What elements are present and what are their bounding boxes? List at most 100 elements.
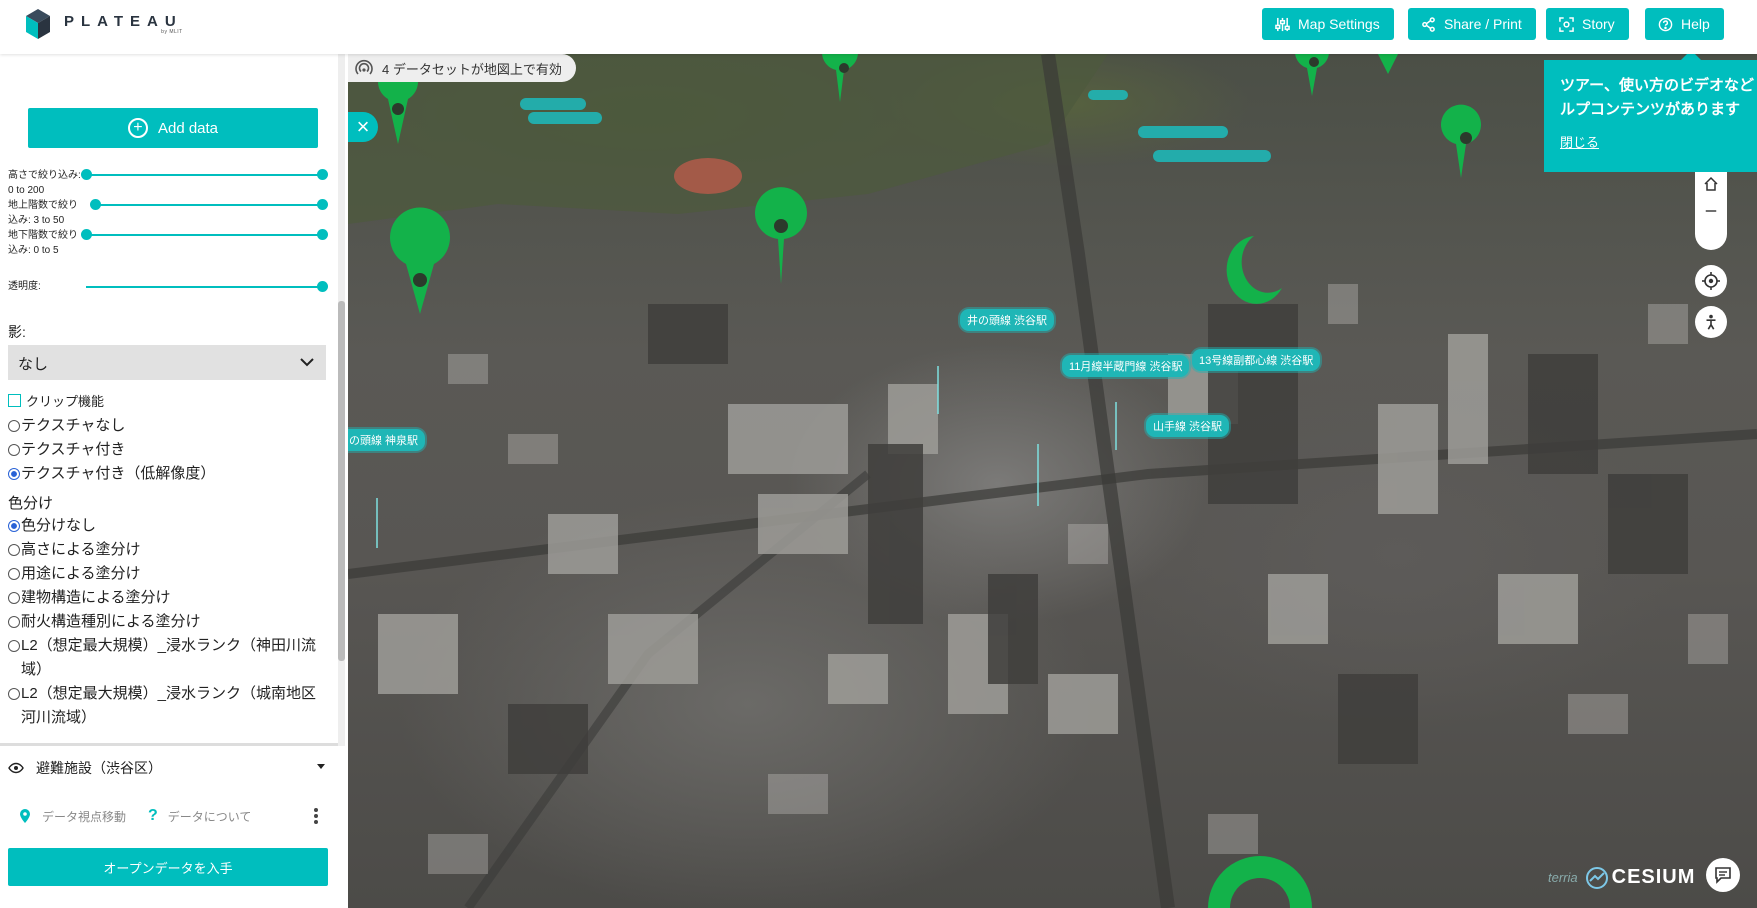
station-label[interactable]: 井の頭線 渋谷駅 [960,309,1055,331]
texture-option[interactable]: テクスチャなし [8,414,125,438]
color-option[interactable]: 色分けなし [8,514,96,538]
zoom-to-data-link[interactable]: データ視点移動 [20,808,126,825]
radio-button[interactable] [8,420,20,432]
radio-button[interactable] [8,544,20,556]
terria-logo[interactable]: terria [1548,870,1578,885]
more-options-icon[interactable] [314,808,318,826]
slider-track[interactable] [94,204,322,206]
shadow-label: 影: [8,324,26,340]
option-label: テクスチャ付き（低解像度） [21,465,216,482]
help-button[interactable]: Help [1645,8,1724,40]
radio-button[interactable] [8,688,20,700]
caret-down-icon[interactable] [317,764,325,769]
map-canvas-3d[interactable]: 井の頭線 渋谷駅 11月線半蔵門線 渋谷駅 13号線副都心線 渋谷駅 山手線 渋… [348,54,1757,908]
slider-label: 地下階数で絞り込み: 0 to 5 [8,230,78,256]
get-open-data-label: オープンデータを入手 [103,860,233,876]
add-data-button[interactable]: + Add data [28,108,318,148]
slider-handle[interactable] [317,281,328,292]
radio-button[interactable] [8,568,20,580]
crosshair-icon [1702,272,1720,290]
active-datasets-indicator[interactable]: 4 データセットが地図上で有効 [348,54,576,82]
layer-settings-scroll-area[interactable]: + Add data 高さで絞り込み: 0 to 200 地上階数で絞り込み: … [0,54,338,746]
header-bar: PLATEAU by MLIT Map Settings Share / Pri… [0,0,1757,54]
station-label[interactable]: 13号線副都心線 渋谷駅 [1192,349,1321,371]
color-option[interactable]: 耐火構造種別による塗分け [8,610,201,634]
active-datasets-text: 4 データセットが地図上で有効 [382,61,562,77]
slider-min-handle[interactable] [81,169,92,180]
share-print-label: Share / Print [1444,16,1522,32]
option-label: 色分けなし [21,517,97,534]
color-option[interactable]: 高さによる塗分け [8,538,141,562]
texture-option[interactable]: テクスチャ付き（低解像度） [8,462,215,486]
slider-min-handle[interactable] [81,229,92,240]
color-option[interactable]: 建物構造による塗分け [8,586,171,610]
help-icon [1657,16,1673,32]
radio-button[interactable] [8,616,20,628]
slider-track[interactable] [86,286,322,288]
add-data-label: Add data [157,119,219,137]
radio-button[interactable] [8,520,20,532]
slider-min-handle[interactable] [90,199,101,210]
station-label[interactable]: の頭線 神泉駅 [348,429,426,451]
help-label: Help [1681,16,1710,32]
about-data-link[interactable]: ? データについて [148,807,251,825]
help-close-link[interactable]: 閉じる [1560,132,1599,151]
story-label: Story [1582,16,1615,32]
layer-header-evacuation[interactable]: 避難施設（渋谷区） [8,751,333,785]
my-location-button[interactable] [1695,265,1727,297]
panel-scrollbar[interactable] [338,54,345,746]
slider-label: 地上階数で絞り込み: 3 to 50 [8,200,78,226]
home-view-button[interactable] [1695,172,1727,196]
chevron-down-icon [300,358,314,367]
slider-label: 高さで絞り込み: 0 to 200 [8,170,81,196]
sliders-icon [1274,16,1290,32]
color-option[interactable]: L2（想定最大規模）_浸水ランク（城南地区河川流域） [8,682,326,730]
color-section-title: 色分け [8,495,54,512]
radio-button[interactable] [8,468,20,480]
zoom-out-button[interactable] [1695,196,1727,226]
slider-label: 透明度: [8,281,41,292]
close-icon: × [356,114,370,139]
pedestrian-mode-button[interactable] [1695,306,1727,338]
shadow-select[interactable]: なし [8,345,326,380]
shadow-select-value: なし [18,356,49,373]
eye-icon[interactable] [8,760,24,776]
plateau-logo[interactable]: PLATEAU by MLIT [26,9,183,39]
map-settings-button[interactable]: Map Settings [1262,8,1394,40]
option-label: 建物構造による塗分け [21,589,171,606]
option-label: 用途による塗分け [21,565,141,582]
minus-icon [1705,210,1717,212]
radio-button[interactable] [8,640,20,652]
close-panel-button[interactable]: × [348,112,378,142]
about-data-label: データについて [167,809,252,824]
texture-option[interactable]: テクスチャ付き [8,438,125,462]
station-label[interactable]: 11月線半蔵門線 渋谷駅 [1062,355,1190,377]
color-option[interactable]: 用途による塗分け [8,562,141,586]
cesium-logo[interactable]: CESIUM [1612,866,1696,889]
slider-max-handle[interactable] [317,169,328,180]
color-option[interactable]: L2（想定最大規模）_浸水ランク（神田川流域） [8,634,326,682]
workbench-panel: + Add data 高さで絞り込み: 0 to 200 地上階数で絞り込み: … [0,54,348,908]
help-message-line: ルプコンテンツがあります [1560,101,1741,118]
story-icon [1558,16,1574,32]
zoom-to-data-label: データ視点移動 [42,809,127,824]
slider-max-handle[interactable] [317,229,328,240]
map-settings-label: Map Settings [1298,16,1380,32]
zoom-control [1695,172,1727,250]
station-label[interactable]: 山手線 渋谷駅 [1146,415,1230,437]
radio-button[interactable] [8,444,20,456]
slider-max-handle[interactable] [317,199,328,210]
share-print-button[interactable]: Share / Print [1408,8,1536,40]
feedback-button[interactable] [1706,858,1740,892]
slider-track[interactable] [86,234,322,236]
clip-option[interactable]: クリップ機能 [8,391,104,410]
story-button[interactable]: Story [1546,8,1629,40]
scrollbar-thumb[interactable] [338,301,345,661]
get-open-data-button[interactable]: オープンデータを入手 [8,848,328,886]
city-buildings-render [348,54,1757,908]
height-filter-slider: 高さで絞り込み: 0 to 200 [8,168,333,198]
slider-track[interactable] [86,174,322,176]
radio-button[interactable] [8,592,20,604]
clip-checkbox[interactable] [8,394,21,407]
chat-icon [1715,867,1731,884]
